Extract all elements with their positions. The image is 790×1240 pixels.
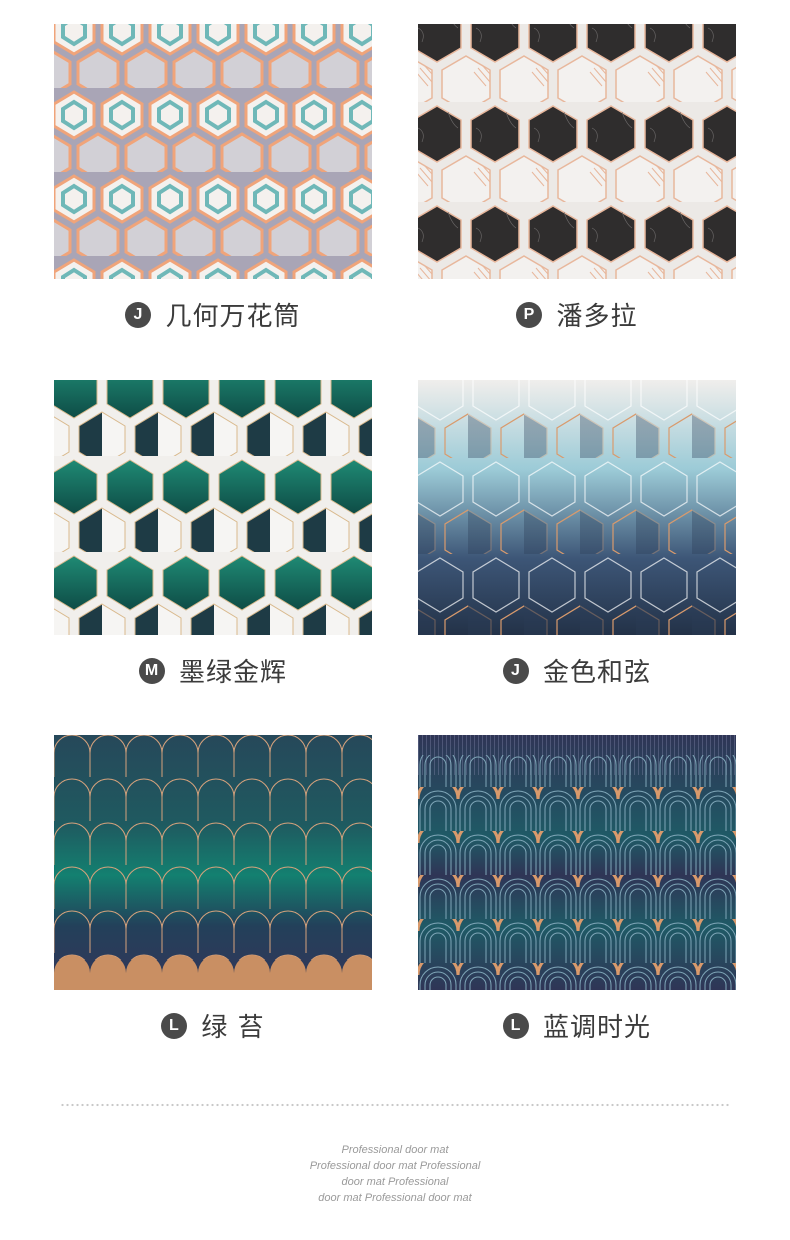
product-caption: P 潘多拉 <box>418 296 736 333</box>
footer-line: Professional door mat Professional <box>309 1160 481 1172</box>
hex-green-gold-icon <box>54 380 372 635</box>
footer-line: door mat Professional <box>341 1176 449 1188</box>
dotted-divider <box>60 1103 730 1107</box>
scale-green-icon <box>54 735 372 990</box>
product-badge: J <box>125 301 152 328</box>
product-caption: L 蓝调时光 <box>418 1007 736 1044</box>
product-badge: L <box>502 1012 529 1039</box>
footer-line: Professional door mat <box>341 1144 449 1156</box>
product-caption: L 绿 苔 <box>54 1007 372 1044</box>
hex-marble-icon <box>418 24 736 279</box>
arch-blue-icon <box>418 735 736 990</box>
product-caption: J 几何万花筒 <box>54 296 372 333</box>
product-caption: J 金色和弦 <box>418 652 736 689</box>
product-badge: L <box>161 1012 188 1039</box>
footer-text: Professional door mat Professional door … <box>0 1142 790 1206</box>
product-name: 绿 苔 <box>201 1013 265 1043</box>
product-caption: M 墨绿金辉 <box>54 652 372 689</box>
product-name: 蓝调时光 <box>542 1013 651 1043</box>
product-card[interactable]: L 蓝调时光 <box>418 735 736 1043</box>
product-badge: P <box>516 301 543 328</box>
product-name: 墨绿金辉 <box>178 658 287 688</box>
product-badge: J <box>502 657 529 684</box>
product-card[interactable]: M 墨绿金辉 <box>54 380 372 688</box>
product-name: 金色和弦 <box>542 658 651 688</box>
hex-kaleidoscope-icon <box>54 24 372 279</box>
product-badge: M <box>138 657 165 684</box>
product-card[interactable]: J 几何万花筒 <box>54 24 372 332</box>
product-card[interactable]: P 潘多拉 <box>418 24 736 332</box>
product-name: 几何万花筒 <box>165 302 301 332</box>
hex-blue-gold-icon <box>418 380 736 635</box>
product-name: 潘多拉 <box>556 302 638 332</box>
product-card[interactable]: J 金色和弦 <box>418 380 736 688</box>
footer-line: door mat Professional door mat <box>318 1192 472 1204</box>
product-card[interactable]: L 绿 苔 <box>54 735 372 1043</box>
